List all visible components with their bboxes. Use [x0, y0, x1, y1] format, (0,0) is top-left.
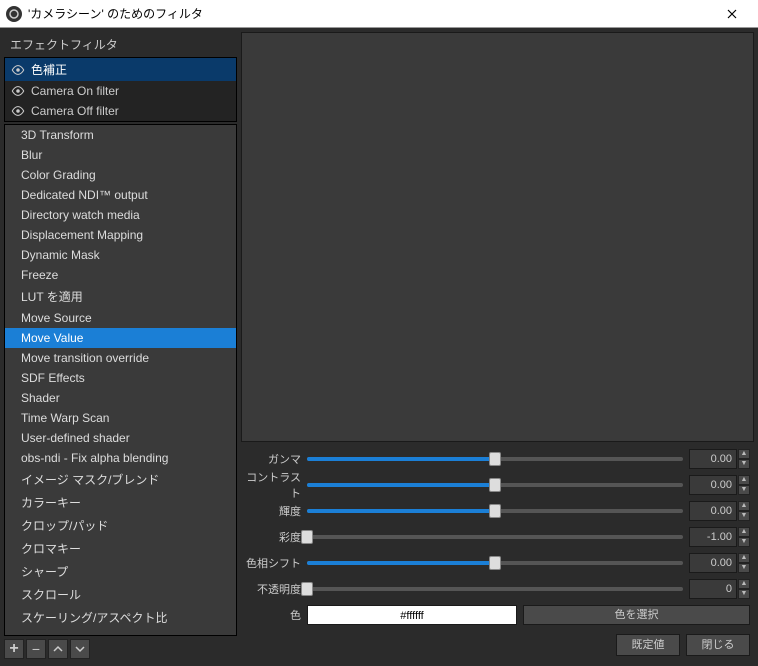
menu-item[interactable]: Blur — [5, 145, 236, 165]
property-label: コントラスト — [245, 469, 301, 501]
visibility-icon[interactable] — [11, 63, 25, 77]
filter-toolbar: + − — [4, 636, 237, 662]
filter-list: 色補正 Camera On filter Camera Off filter — [4, 57, 237, 122]
property-slider[interactable] — [307, 554, 683, 572]
menu-item[interactable]: シャープ — [5, 560, 236, 583]
menu-item[interactable]: イメージ マスク/ブレンド — [5, 468, 236, 491]
filter-row[interactable]: Camera Off filter — [5, 101, 236, 121]
window-title: 'カメラシーン' のためのフィルタ — [28, 5, 712, 22]
property-value[interactable]: 0.00 — [689, 501, 737, 521]
menu-item[interactable]: クロップ/パッド — [5, 514, 236, 537]
property-slider[interactable] — [307, 528, 683, 546]
spin-down-icon[interactable]: ▼ — [738, 459, 750, 469]
spin-up-icon[interactable]: ▲ — [738, 527, 750, 537]
filter-label: Camera Off filter — [31, 104, 119, 118]
choose-color-button[interactable]: 色を選択 — [523, 605, 750, 625]
color-value: #ffffff — [307, 605, 517, 625]
spin-down-icon[interactable]: ▼ — [738, 589, 750, 599]
property-slider[interactable] — [307, 580, 683, 598]
property-spinner[interactable]: 0▲▼ — [689, 579, 750, 599]
property-row: 彩度 -1.00▲▼ — [245, 526, 750, 548]
property-spinner[interactable]: -1.00▲▼ — [689, 527, 750, 547]
menu-item[interactable]: ルマキー — [5, 629, 236, 636]
filter-type-menu[interactable]: 3D TransformBlurColor GradingDedicated N… — [4, 124, 237, 636]
menu-item[interactable]: Color Grading — [5, 165, 236, 185]
menu-item[interactable]: スケーリング/アスペクト比 — [5, 606, 236, 629]
spin-up-icon[interactable]: ▲ — [738, 501, 750, 511]
property-row: ガンマ 0.00▲▼ — [245, 448, 750, 470]
menu-item[interactable]: Freeze — [5, 265, 236, 285]
spin-up-icon[interactable]: ▲ — [738, 579, 750, 589]
color-row: 色 #ffffff 色を選択 — [245, 604, 750, 626]
move-up-button[interactable] — [48, 639, 68, 659]
menu-item[interactable]: スクロール — [5, 583, 236, 606]
property-slider[interactable] — [307, 450, 683, 468]
close-button[interactable] — [712, 0, 752, 27]
menu-item[interactable]: Dedicated NDI™ output — [5, 185, 236, 205]
filter-label: 色補正 — [31, 61, 67, 78]
property-row: 輝度 0.00▲▼ — [245, 500, 750, 522]
filter-row[interactable]: Camera On filter — [5, 81, 236, 101]
property-label: 彩度 — [245, 529, 301, 545]
property-spinner[interactable]: 0.00▲▼ — [689, 501, 750, 521]
property-label: ガンマ — [245, 451, 301, 467]
property-spinner[interactable]: 0.00▲▼ — [689, 449, 750, 469]
filter-label: Camera On filter — [31, 84, 119, 98]
property-value[interactable]: 0.00 — [689, 449, 737, 469]
spin-up-icon[interactable]: ▲ — [738, 475, 750, 485]
defaults-button[interactable]: 既定値 — [616, 634, 680, 656]
menu-item[interactable]: Shader — [5, 388, 236, 408]
color-label: 色 — [245, 607, 301, 623]
property-spinner[interactable]: 0.00▲▼ — [689, 475, 750, 495]
app-icon — [6, 6, 22, 22]
menu-item[interactable]: Displacement Mapping — [5, 225, 236, 245]
properties-panel: ガンマ0.00▲▼コントラスト0.00▲▼輝度0.00▲▼彩度-1.00▲▼色相… — [241, 442, 754, 628]
property-row: コントラスト0.00▲▼ — [245, 474, 750, 496]
spin-down-icon[interactable]: ▼ — [738, 563, 750, 573]
menu-item[interactable]: Move Source — [5, 308, 236, 328]
effect-filters-header: エフェクトフィルタ — [4, 32, 237, 57]
spin-down-icon[interactable]: ▼ — [738, 511, 750, 521]
spin-down-icon[interactable]: ▼ — [738, 537, 750, 547]
menu-item[interactable]: Directory watch media — [5, 205, 236, 225]
filter-row[interactable]: 色補正 — [5, 58, 236, 81]
move-down-button[interactable] — [70, 639, 90, 659]
menu-item[interactable]: Move transition override — [5, 348, 236, 368]
menu-item[interactable]: LUT を適用 — [5, 285, 236, 308]
property-value[interactable]: 0.00 — [689, 475, 737, 495]
visibility-icon[interactable] — [11, 104, 25, 118]
spin-down-icon[interactable]: ▼ — [738, 485, 750, 495]
property-row: 不透明度 0▲▼ — [245, 578, 750, 600]
spin-up-icon[interactable]: ▲ — [738, 449, 750, 459]
property-label: 不透明度 — [245, 581, 301, 597]
preview-pane — [241, 32, 754, 442]
property-value[interactable]: 0.00 — [689, 553, 737, 573]
close-dialog-button[interactable]: 閉じる — [686, 634, 750, 656]
menu-item[interactable]: obs-ndi - Fix alpha blending — [5, 448, 236, 468]
property-row: 色相シフト 0.00▲▼ — [245, 552, 750, 574]
remove-filter-button[interactable]: − — [26, 639, 46, 659]
menu-item[interactable]: クロマキー — [5, 537, 236, 560]
spin-up-icon[interactable]: ▲ — [738, 553, 750, 563]
property-value[interactable]: 0 — [689, 579, 737, 599]
property-spinner[interactable]: 0.00▲▼ — [689, 553, 750, 573]
menu-item[interactable]: Move Value — [5, 328, 236, 348]
menu-item[interactable]: User-defined shader — [5, 428, 236, 448]
add-filter-button[interactable]: + — [4, 639, 24, 659]
property-label: 輝度 — [245, 503, 301, 519]
property-slider[interactable] — [307, 476, 683, 494]
property-slider[interactable] — [307, 502, 683, 520]
menu-item[interactable]: カラーキー — [5, 491, 236, 514]
property-value[interactable]: -1.00 — [689, 527, 737, 547]
property-label: 色相シフト — [245, 555, 301, 571]
menu-item[interactable]: Time Warp Scan — [5, 408, 236, 428]
visibility-icon[interactable] — [11, 84, 25, 98]
menu-item[interactable]: SDF Effects — [5, 368, 236, 388]
menu-item[interactable]: Dynamic Mask — [5, 245, 236, 265]
menu-item[interactable]: 3D Transform — [5, 125, 236, 145]
